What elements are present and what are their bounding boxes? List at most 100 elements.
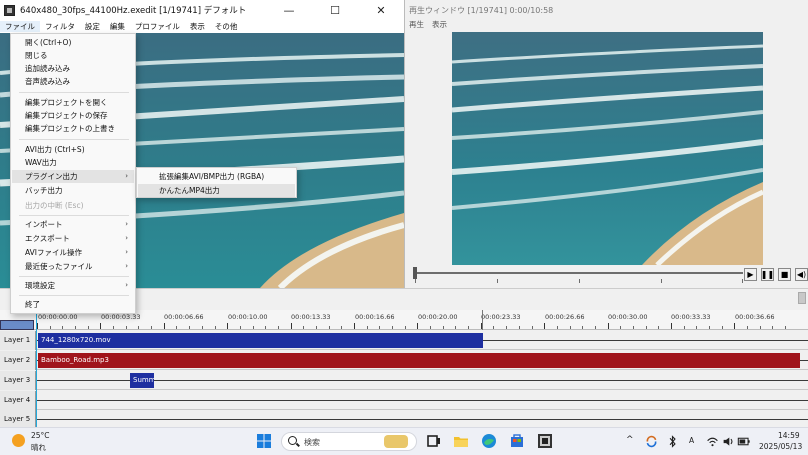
menu-save-project[interactable]: 編集プロジェクトの保存 — [12, 109, 134, 122]
menu-recent-files[interactable]: 最近使ったファイル › — [12, 260, 134, 273]
playback-menu-play[interactable]: 再生 — [405, 19, 428, 31]
ruler-major-tick — [227, 323, 229, 329]
ruler-minor-tick — [518, 326, 520, 329]
close-button[interactable]: ✕ — [358, 0, 404, 20]
menu-plugin-output[interactable]: プラグイン出力 › — [12, 170, 134, 183]
layer-track[interactable]: Summ — [37, 371, 808, 390]
menu-edit[interactable]: 編集 — [105, 21, 130, 32]
play-button[interactable]: ▶ — [744, 268, 757, 281]
menu-audio-load[interactable]: 音声読み込み — [12, 75, 134, 88]
layer-row-5[interactable]: Layer 5 — [0, 410, 808, 429]
menu-append-load[interactable]: 追加読み込み — [12, 62, 134, 75]
playhead-cursor[interactable] — [36, 310, 37, 428]
clock-date[interactable]: 2025/05/13 — [759, 442, 802, 451]
layer-label[interactable]: Layer 4 — [0, 391, 36, 410]
playback-menu-bar: 再生 表示 — [405, 19, 451, 31]
search-placeholder: 検索 — [304, 438, 320, 447]
layer-row-1[interactable]: Layer 1 744_1280x720.mov — [0, 331, 808, 350]
layer-track[interactable]: 744_1280x720.mov — [37, 331, 808, 350]
layer-row-2[interactable]: Layer 2 Bamboo_Road.mp3 — [0, 351, 808, 370]
store-icon[interactable] — [509, 433, 525, 449]
timeline-scroll-handle[interactable] — [798, 292, 806, 304]
title-bar: 640x480_30fps_44100Hz.exedit [1/19741] デ… — [0, 0, 404, 20]
edge-browser-icon[interactable] — [481, 433, 497, 449]
search-highlight-icon — [384, 435, 408, 448]
ruler-major-tick — [100, 323, 102, 329]
menu-other[interactable]: その他 — [210, 21, 243, 32]
menu-open[interactable]: 開く(Ctrl+O) — [12, 36, 134, 49]
menu-exit[interactable]: 終了 — [12, 298, 134, 311]
ruler-major-tick — [163, 323, 165, 329]
layer-label[interactable]: Layer 2 — [0, 351, 36, 370]
menu-view[interactable]: 表示 — [185, 21, 210, 32]
menu-preferences[interactable]: 環境設定 › — [12, 279, 134, 292]
timeline-clip[interactable]: Bamboo_Road.mp3 — [38, 353, 800, 368]
ruler-minor-tick — [582, 326, 584, 329]
ruler-label: 00:00:33.33 — [671, 313, 711, 321]
ruler-label: 00:00:13.33 — [291, 313, 331, 321]
volume-button[interactable]: ◀) — [795, 268, 808, 281]
ruler-minor-tick — [658, 326, 660, 329]
battery-icon[interactable] — [737, 435, 751, 448]
menu-avi-file-ops[interactable]: AVIファイル操作 › — [12, 246, 134, 259]
sun-icon[interactable] — [12, 434, 25, 447]
weather-description[interactable]: 晴れ — [31, 442, 46, 453]
menu-overwrite-project[interactable]: 編集プロジェクトの上書き — [12, 122, 134, 135]
ruler-minor-tick — [759, 326, 761, 329]
layer-row-3[interactable]: Layer 3 Summ — [0, 371, 808, 390]
playback-menu-view[interactable]: 表示 — [428, 19, 451, 31]
ruler-minor-tick — [556, 326, 558, 329]
menu-separator — [19, 276, 129, 277]
menu-recent-files-label: 最近使ったファイル — [25, 262, 93, 271]
sync-icon[interactable] — [645, 435, 658, 448]
layer-label[interactable]: Layer 3 — [0, 371, 36, 390]
ruler-label: 00:00:20.00 — [418, 313, 458, 321]
menu-open-project[interactable]: 編集プロジェクトを開く — [12, 96, 134, 109]
ruler-minor-tick — [379, 326, 381, 329]
menu-extended-avi-bmp-output[interactable]: 拡張編集AVI/BMP出力 (RGBA) — [138, 170, 295, 183]
file-explorer-icon[interactable] — [453, 433, 469, 449]
taskbar-search-box[interactable]: 検索 — [281, 432, 417, 451]
tray-chevron-icon[interactable]: ^ — [626, 435, 634, 445]
minimize-button[interactable]: — — [266, 0, 312, 20]
pause-button[interactable]: ❚❚ — [761, 268, 774, 281]
ruler-label: 00:00:23.33 — [481, 313, 521, 321]
menu-wav-output[interactable]: WAV出力 — [12, 156, 134, 169]
ruler-label: 00:00:06.66 — [164, 313, 204, 321]
layer-track[interactable] — [37, 391, 808, 410]
clock-time[interactable]: 14:59 — [778, 431, 800, 440]
menu-settings[interactable]: 設定 — [80, 21, 105, 32]
wifi-icon[interactable] — [706, 435, 719, 448]
task-view-icon[interactable] — [426, 433, 442, 449]
layer-row-4[interactable]: Layer 4 — [0, 391, 808, 410]
stop-button[interactable]: ■ — [778, 268, 791, 281]
menu-easy-mp4-output[interactable]: かんたんMP4出力 — [138, 184, 295, 197]
seek-tick — [661, 279, 662, 283]
timeline-clip[interactable]: Summ — [130, 373, 154, 388]
ruler-label: 00:00:10.00 — [228, 313, 268, 321]
menu-export[interactable]: エクスポート › — [12, 232, 134, 245]
menu-file[interactable]: ファイル — [0, 21, 40, 32]
menu-avi-output[interactable]: AVI出力 (Ctrl+S) — [12, 143, 134, 156]
seek-bar[interactable] — [415, 272, 743, 274]
ime-indicator[interactable]: A — [689, 436, 694, 445]
layer-label[interactable]: Layer 1 — [0, 331, 36, 350]
menu-batch-output[interactable]: バッチ出力 — [12, 184, 134, 197]
ruler-minor-tick — [531, 326, 533, 329]
weather-temperature[interactable]: 25°C — [31, 431, 50, 440]
aviutl-app-icon[interactable] — [537, 433, 553, 449]
timeline-clip[interactable]: 744_1280x720.mov — [38, 333, 483, 348]
volume-icon[interactable] — [722, 435, 735, 448]
ruler-zoom-box[interactable] — [0, 320, 34, 330]
windows-start-icon[interactable] — [256, 433, 272, 449]
seek-handle[interactable] — [413, 267, 417, 279]
menu-profile[interactable]: プロファイル — [130, 21, 185, 32]
ruler-minor-tick — [594, 326, 596, 329]
menu-close[interactable]: 閉じる — [12, 49, 134, 62]
taskbar: 25°C 晴れ 検索 ^ A 14:59 2025/05/13 — [0, 427, 808, 455]
layer-track[interactable]: Bamboo_Road.mp3 — [37, 351, 808, 370]
menu-filter[interactable]: フィルタ — [40, 21, 80, 32]
maximize-button[interactable]: ☐ — [312, 0, 358, 20]
bluetooth-icon[interactable] — [666, 435, 679, 448]
menu-import[interactable]: インポート › — [12, 218, 134, 231]
